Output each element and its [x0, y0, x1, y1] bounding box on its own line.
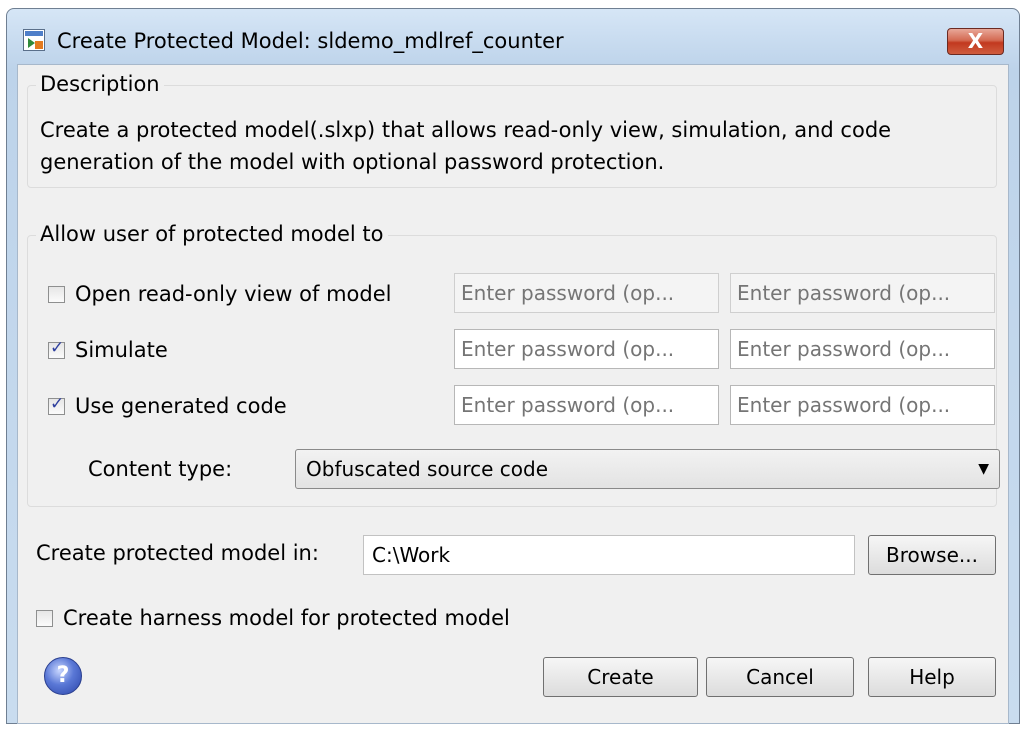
checkmark-icon: ✓ [50, 337, 65, 358]
content-type-value: Obfuscated source code [306, 457, 549, 481]
readonly-password-input[interactable] [454, 273, 719, 313]
create-button[interactable]: Create [543, 657, 698, 697]
harness-row[interactable]: Create harness model for protected model [36, 601, 510, 635]
open-readonly-checkbox[interactable] [48, 285, 65, 303]
location-label: Create protected model in: [36, 541, 319, 565]
code-password-confirm-input[interactable] [730, 385, 995, 425]
window-title: Create Protected Model: sldemo_mdlref_co… [57, 29, 564, 53]
simulate-row[interactable]: ✓ Simulate [48, 333, 168, 367]
content-type-label: Content type: [88, 457, 233, 481]
cancel-button[interactable]: Cancel [706, 657, 854, 697]
description-legend: Description [36, 72, 164, 96]
close-icon: X [967, 29, 984, 53]
title-bar: Create Protected Model: sldemo_mdlref_co… [7, 9, 1019, 69]
checkmark-icon: ✓ [50, 393, 65, 414]
generated-code-row[interactable]: ✓ Use generated code [48, 389, 287, 423]
location-value: C:\Work [372, 543, 451, 567]
generated-code-checkbox[interactable]: ✓ [48, 394, 65, 415]
harness-label: Create harness model for protected model [63, 606, 510, 630]
generated-code-label: Use generated code [75, 394, 287, 418]
open-readonly-row[interactable]: Open read-only view of model [48, 277, 391, 311]
dialog-body: Description Create a protected model(.sl… [17, 64, 1009, 724]
browse-button[interactable]: Browse... [868, 535, 996, 575]
chevron-down-icon: ▼ [978, 461, 989, 477]
dialog-window: Create Protected Model: sldemo_mdlref_co… [6, 8, 1020, 724]
code-password-input[interactable] [454, 385, 719, 425]
harness-checkbox[interactable] [36, 609, 53, 627]
simulink-model-icon [23, 29, 45, 51]
simulate-password-input[interactable] [454, 329, 719, 369]
help-button[interactable]: Help [868, 657, 996, 697]
readonly-password-confirm-input[interactable] [730, 273, 995, 313]
location-input[interactable]: C:\Work [363, 535, 855, 575]
simulate-checkbox[interactable]: ✓ [48, 338, 65, 359]
permissions-legend: Allow user of protected model to [36, 222, 388, 246]
simulate-password-confirm-input[interactable] [730, 329, 995, 369]
close-button[interactable]: X [947, 28, 1004, 55]
description-text: Create a protected model(.slxp) that all… [40, 118, 892, 174]
content-type-dropdown[interactable]: Obfuscated source code ▼ [295, 449, 1000, 489]
open-readonly-label: Open read-only view of model [75, 282, 392, 306]
simulate-label: Simulate [75, 338, 168, 362]
description-group: Description Create a protected model(.sl… [27, 72, 997, 188]
help-icon[interactable]: ? [44, 657, 82, 695]
